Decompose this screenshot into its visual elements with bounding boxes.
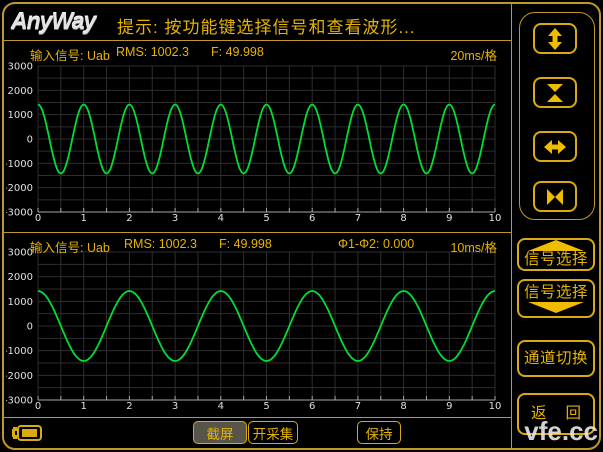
screenshot-label: 截屏 — [207, 423, 234, 443]
panel1-freq-value: F: 49.998 — [211, 45, 264, 59]
svg-text:0: 0 — [27, 322, 33, 333]
svg-text:-3000: -3000 — [6, 208, 33, 219]
compress-vertical-icon — [543, 81, 567, 105]
panel2-freq-value: F: 49.998 — [219, 237, 272, 251]
svg-text:-3000: -3000 — [6, 396, 33, 407]
svg-text:1000: 1000 — [8, 110, 33, 121]
svg-text:2: 2 — [126, 213, 132, 224]
svg-text:4: 4 — [218, 401, 224, 412]
start-acquisition-button[interactable]: 开采集 — [248, 421, 298, 444]
svg-text:1: 1 — [81, 213, 87, 224]
compress-horizontal-icon — [543, 185, 567, 209]
channel-switch-button[interactable]: 通道切换 — [517, 340, 595, 377]
svg-text:8: 8 — [400, 401, 406, 412]
compress-horizontal-button[interactable] — [533, 181, 577, 212]
panel1-rms-value: RMS: 1002.3 — [116, 45, 189, 59]
screenshot-button[interactable]: 截屏 — [193, 421, 247, 444]
panel1-timebase: 20ms/格 — [437, 45, 497, 64]
vfe-watermark: vfe.cc — [524, 416, 598, 447]
panel-divider — [4, 232, 511, 233]
sidebar-divider — [511, 4, 512, 448]
panel2-phase-value: Φ1-Φ2: 0.000 — [338, 237, 414, 251]
compress-vertical-button[interactable] — [533, 77, 577, 108]
triangle-down-icon — [528, 302, 584, 313]
svg-text:-2000: -2000 — [6, 371, 33, 382]
svg-text:6: 6 — [309, 401, 315, 412]
svg-text:3: 3 — [172, 213, 178, 224]
svg-text:3: 3 — [172, 401, 178, 412]
svg-text:0: 0 — [27, 135, 33, 146]
svg-text:-1000: -1000 — [6, 159, 33, 170]
signal-select-up-button[interactable]: 信号选择 — [517, 238, 595, 271]
signal-select-down-button[interactable]: 信号选择 — [517, 279, 595, 318]
expand-vertical-icon — [543, 27, 567, 51]
waveform-chart-1: 3000200010000-1000-2000-3000012345678910 — [6, 42, 511, 230]
expand-vertical-button[interactable] — [533, 23, 577, 54]
hold-label: 保持 — [366, 423, 393, 443]
svg-text:8: 8 — [400, 213, 406, 224]
svg-text:0: 0 — [35, 401, 41, 412]
panel1-signal-label: 输入信号: Uab — [30, 45, 110, 64]
waveform-chart-2: 3000200010000-1000-2000-3000012345678910 — [6, 234, 511, 416]
panel2-signal-label: 输入信号: Uab — [30, 237, 110, 256]
panel2-rms-value: RMS: 1002.3 — [124, 237, 197, 251]
svg-text:7: 7 — [355, 401, 361, 412]
svg-text:2000: 2000 — [8, 272, 33, 283]
expand-horizontal-icon — [543, 135, 567, 159]
expand-horizontal-button[interactable] — [533, 131, 577, 162]
svg-text:7: 7 — [355, 213, 361, 224]
svg-text:5: 5 — [263, 401, 269, 412]
header-divider — [4, 40, 511, 41]
oscilloscope-screen: AnyWay 提示: 按功能键选择信号和查看波形... 输入信号: Uab RM… — [0, 0, 603, 452]
svg-text:0: 0 — [35, 213, 41, 224]
svg-text:9: 9 — [446, 213, 452, 224]
bottom-divider — [4, 417, 511, 418]
svg-text:1: 1 — [81, 401, 87, 412]
battery-icon — [11, 424, 43, 442]
svg-text:-2000: -2000 — [6, 183, 33, 194]
status-tip-text: 提示: 按功能键选择信号和查看波形... — [117, 13, 416, 38]
svg-text:10: 10 — [489, 213, 502, 224]
svg-text:-1000: -1000 — [6, 346, 33, 357]
svg-text:10: 10 — [489, 401, 502, 412]
anyway-logo: AnyWay — [11, 8, 95, 35]
triangle-up-icon — [528, 240, 584, 251]
panel2-timebase: 10ms/格 — [437, 237, 497, 256]
start-acquisition-label: 开采集 — [253, 423, 294, 443]
hold-button[interactable]: 保持 — [357, 421, 401, 444]
svg-text:9: 9 — [446, 401, 452, 412]
svg-text:1000: 1000 — [8, 297, 33, 308]
signal-select-up-label: 信号选择 — [524, 251, 588, 268]
svg-text:4: 4 — [218, 213, 224, 224]
signal-select-down-label: 信号选择 — [524, 284, 588, 301]
svg-text:5: 5 — [263, 213, 269, 224]
svg-text:6: 6 — [309, 213, 315, 224]
svg-text:2000: 2000 — [8, 86, 33, 97]
svg-text:2: 2 — [126, 401, 132, 412]
channel-switch-label: 通道切换 — [524, 350, 588, 367]
